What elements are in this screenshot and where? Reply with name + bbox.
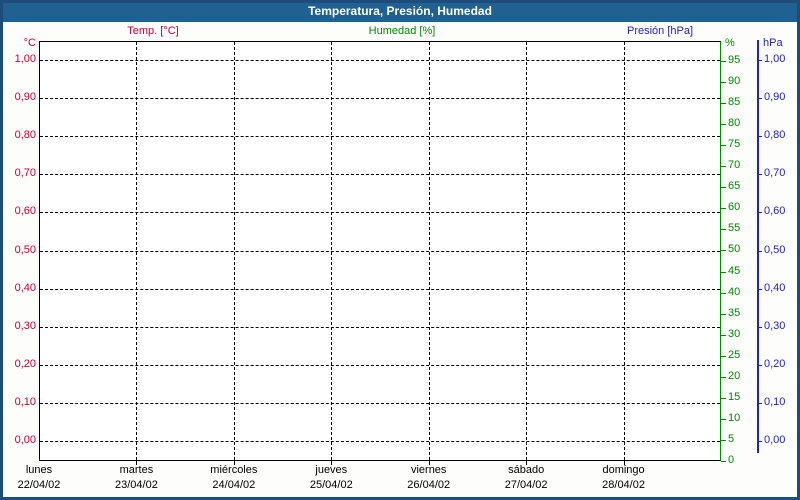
pressure-axis-tick-label: 0,10 bbox=[764, 395, 786, 408]
humidity-axis-tick bbox=[721, 397, 726, 399]
x-axis-day-label: lunes bbox=[25, 464, 53, 476]
humidity-axis-tick-label: 50 bbox=[728, 243, 741, 256]
x-axis-date-label: 23/04/02 bbox=[115, 479, 158, 491]
h-gridline bbox=[40, 402, 720, 404]
humidity-axis-tick bbox=[721, 418, 726, 420]
humidity-axis-tick bbox=[721, 229, 726, 231]
x-axis-date-label: 26/04/02 bbox=[407, 479, 451, 491]
humidity-axis-tick bbox=[721, 61, 726, 62]
humidity-axis-tick bbox=[721, 145, 726, 147]
humidity-axis-tick-label: 65 bbox=[728, 180, 741, 193]
h-gridline bbox=[40, 98, 720, 100]
humidity-axis-tick bbox=[721, 250, 726, 252]
humidity-axis-tick bbox=[721, 461, 726, 462]
v-gridline bbox=[526, 42, 528, 460]
pressure-axis-tick-label: 0,50 bbox=[764, 243, 786, 256]
temp-axis-tick-label: 1,00 bbox=[14, 53, 36, 65]
humidity-axis-tick-label: 95 bbox=[728, 54, 741, 66]
humidity-axis-tick-label: 75 bbox=[728, 138, 741, 151]
x-axis-day-label: domingo bbox=[602, 464, 645, 476]
humidity-axis-tick bbox=[721, 208, 726, 210]
humidity-axis-tick bbox=[721, 103, 726, 105]
humidity-axis-tick-label: 0 bbox=[728, 454, 735, 466]
pressure-axis-tick-label: 1,00 bbox=[764, 53, 786, 65]
pressure-axis-tick-label: 0,80 bbox=[764, 129, 786, 142]
h-gridline bbox=[40, 136, 720, 138]
v-gridline bbox=[331, 42, 333, 460]
humidity-axis-tick-label: 30 bbox=[728, 327, 741, 340]
temp-axis-tick-label: 0,60 bbox=[14, 205, 36, 218]
humidity-axis-tick-label: 25 bbox=[728, 348, 741, 361]
humidity-axis-tick-label: 15 bbox=[728, 390, 741, 403]
humidity-axis-tick bbox=[721, 334, 726, 336]
humidity-axis-tick-label: 20 bbox=[728, 369, 741, 382]
pressure-axis-line bbox=[757, 40, 759, 453]
temp-axis-tick-label: 0,30 bbox=[14, 319, 36, 332]
temp-axis-tick-label: 0,20 bbox=[14, 357, 36, 370]
humidity-axis-header: % bbox=[725, 37, 735, 49]
v-gridline bbox=[428, 42, 430, 460]
humidity-axis-tick bbox=[721, 166, 726, 168]
weather-chart-window: Temperatura, Presión, Humedad Temp. [°C]… bbox=[0, 0, 800, 500]
temp-axis-tick-label: 0,90 bbox=[14, 91, 36, 104]
x-axis-date-label: 27/04/02 bbox=[504, 479, 548, 491]
pressure-axis-tick-label: 0,60 bbox=[764, 205, 786, 218]
pressure-axis-tick-label: 0,70 bbox=[764, 167, 786, 180]
humidity-axis-tick-label: 60 bbox=[728, 201, 741, 214]
chart-layer: 1,00 1,00 0,90 0,90 0,80 0,80 0,70 0,70 0,60 0,60… bbox=[0, 0, 800, 500]
humidity-axis-tick-label: 80 bbox=[728, 117, 741, 130]
humidity-axis-tick bbox=[721, 313, 726, 315]
humidity-axis-tick bbox=[721, 376, 726, 378]
temp-axis-tick-label: 0,70 bbox=[14, 167, 36, 180]
v-gridline bbox=[623, 42, 625, 460]
h-gridline bbox=[40, 250, 720, 252]
v-gridline bbox=[136, 42, 138, 460]
humidity-axis-tick bbox=[721, 124, 726, 126]
humidity-axis-tick bbox=[721, 439, 726, 441]
humidity-axis-tick bbox=[721, 292, 726, 294]
h-gridline bbox=[40, 441, 720, 442]
x-axis-day-label: sábado bbox=[508, 464, 545, 476]
humidity-axis-tick-label: 55 bbox=[728, 222, 741, 235]
x-axis-date-label: 24/04/02 bbox=[212, 479, 256, 491]
x-axis-day-label: miércoles bbox=[210, 464, 258, 476]
humidity-axis-tick-label: 90 bbox=[728, 75, 741, 88]
humidity-axis-tick-label: 40 bbox=[728, 285, 741, 298]
pressure-axis-tick-label: 0,30 bbox=[764, 319, 786, 332]
h-gridline bbox=[40, 174, 720, 176]
humidity-axis-tick-label: 45 bbox=[728, 264, 741, 277]
h-gridline bbox=[40, 364, 720, 366]
pressure-axis-header: hPa bbox=[763, 37, 783, 49]
h-gridline bbox=[40, 60, 720, 61]
pressure-axis-tick-label: 0,00 bbox=[764, 434, 786, 446]
humidity-axis-tick-label: 35 bbox=[728, 306, 741, 319]
x-axis-date-label: 28/04/02 bbox=[602, 479, 645, 491]
temp-axis-tick-label: 0,80 bbox=[14, 129, 36, 142]
humidity-axis-tick bbox=[721, 82, 726, 84]
x-axis-day-label: martes bbox=[119, 464, 154, 476]
pressure-axis-tick-label: 0,90 bbox=[764, 91, 786, 104]
h-gridline bbox=[40, 212, 720, 214]
x-axis-date-label: 22/04/02 bbox=[17, 479, 61, 491]
temp-axis-tick-label: 0,00 bbox=[14, 434, 36, 446]
humidity-axis-tick bbox=[721, 355, 726, 357]
pressure-axis-tick-label: 0,40 bbox=[764, 281, 786, 294]
temp-axis-tick-label: 0,50 bbox=[14, 243, 36, 256]
humidity-axis-tick-label: 5 bbox=[728, 432, 735, 445]
pressure-axis-tick-label: 0,20 bbox=[764, 357, 786, 370]
v-gridline bbox=[233, 42, 235, 460]
humidity-axis-tick bbox=[721, 271, 726, 273]
h-gridline bbox=[40, 288, 720, 290]
x-axis-day-label: viernes bbox=[410, 464, 447, 476]
x-axis-date-label: 25/04/02 bbox=[309, 479, 353, 491]
temp-axis-tick-label: 0,10 bbox=[14, 395, 36, 408]
h-gridline bbox=[40, 326, 720, 328]
x-axis-day-label: jueves bbox=[315, 464, 348, 476]
humidity-axis-tick-label: 85 bbox=[728, 96, 741, 109]
humidity-axis-tick bbox=[721, 187, 726, 189]
temp-axis-tick-label: 0,40 bbox=[14, 281, 36, 294]
humidity-axis-tick-label: 70 bbox=[728, 159, 741, 172]
humidity-axis-tick-label: 10 bbox=[728, 411, 741, 424]
temp-axis-header: °C bbox=[23, 37, 36, 49]
